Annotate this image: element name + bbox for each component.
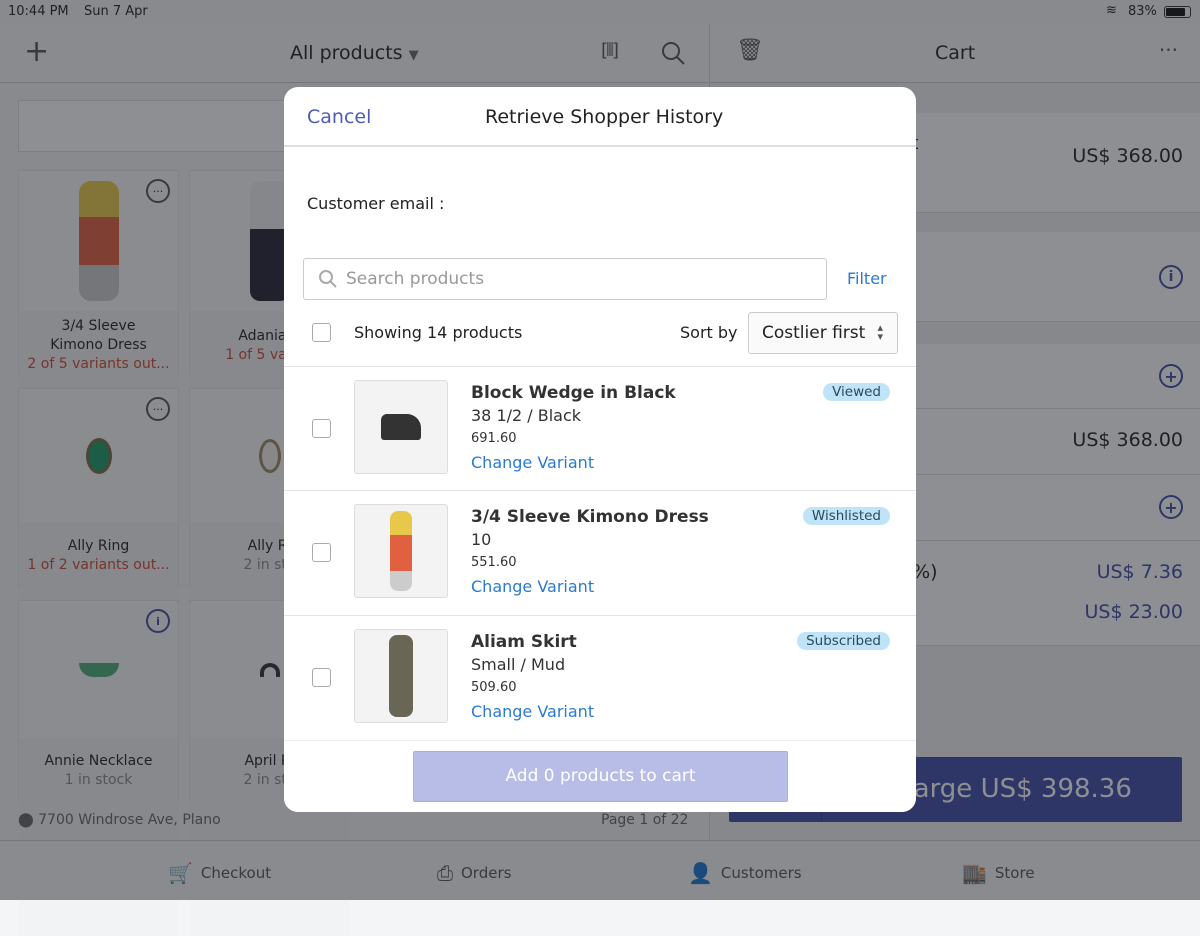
updown-chevron-icon: ▴ ▾ [877, 321, 883, 343]
search-products-input[interactable]: Search products [303, 258, 827, 300]
change-variant-link[interactable]: Change Variant [471, 453, 594, 472]
modal-header: Cancel Retrieve Shopper History [284, 87, 916, 147]
product-checkbox[interactable] [312, 419, 331, 438]
search-icon [319, 270, 337, 288]
product-thumbnail [354, 380, 448, 474]
status-badge: Viewed [823, 383, 890, 401]
product-row[interactable]: 3/4 Sleeve Kimono Dress 10 551.60 Change… [284, 491, 916, 616]
product-checkbox[interactable] [312, 668, 331, 687]
product-row[interactable]: Aliam Skirt Small / Mud 509.60 Change Va… [284, 616, 916, 741]
product-thumbnail [354, 504, 448, 598]
product-variant: 10 [471, 530, 492, 549]
status-badge: Wishlisted [802, 507, 890, 525]
shopper-history-modal: Cancel Retrieve Shopper History Customer… [284, 87, 916, 812]
product-variant: Small / Mud [471, 655, 566, 674]
modal-footer: Add 0 products to cart [284, 740, 916, 812]
product-price: 691.60 [471, 431, 517, 446]
select-all-checkbox[interactable] [312, 323, 331, 342]
filter-button[interactable]: Filter [847, 269, 887, 288]
product-name: Block Wedge in Black [471, 383, 676, 403]
sort-select[interactable]: Costlier first ▴ ▾ [748, 312, 898, 354]
product-thumbnail [354, 629, 448, 723]
customer-email-label: Customer email : [307, 194, 445, 213]
add-to-cart-button[interactable]: Add 0 products to cart [413, 751, 788, 802]
product-price: 509.60 [471, 680, 517, 695]
product-variant: 38 1/2 / Black [471, 406, 582, 425]
sort-value: Costlier first [762, 323, 866, 343]
search-placeholder: Search products [346, 269, 485, 289]
product-price: 551.60 [471, 555, 517, 570]
product-checkbox[interactable] [312, 543, 331, 562]
sort-label: Sort by [680, 323, 738, 342]
product-name: Aliam Skirt [471, 632, 577, 652]
change-variant-link[interactable]: Change Variant [471, 702, 594, 721]
modal-title: Retrieve Shopper History [485, 106, 724, 128]
cancel-button[interactable]: Cancel [307, 106, 371, 128]
product-row[interactable]: Block Wedge in Black 38 1/2 / Black 691.… [284, 366, 916, 491]
product-name: 3/4 Sleeve Kimono Dress [471, 507, 709, 527]
status-badge: Subscribed [797, 632, 890, 650]
change-variant-link[interactable]: Change Variant [471, 577, 594, 596]
product-count: Showing 14 products [354, 323, 523, 342]
